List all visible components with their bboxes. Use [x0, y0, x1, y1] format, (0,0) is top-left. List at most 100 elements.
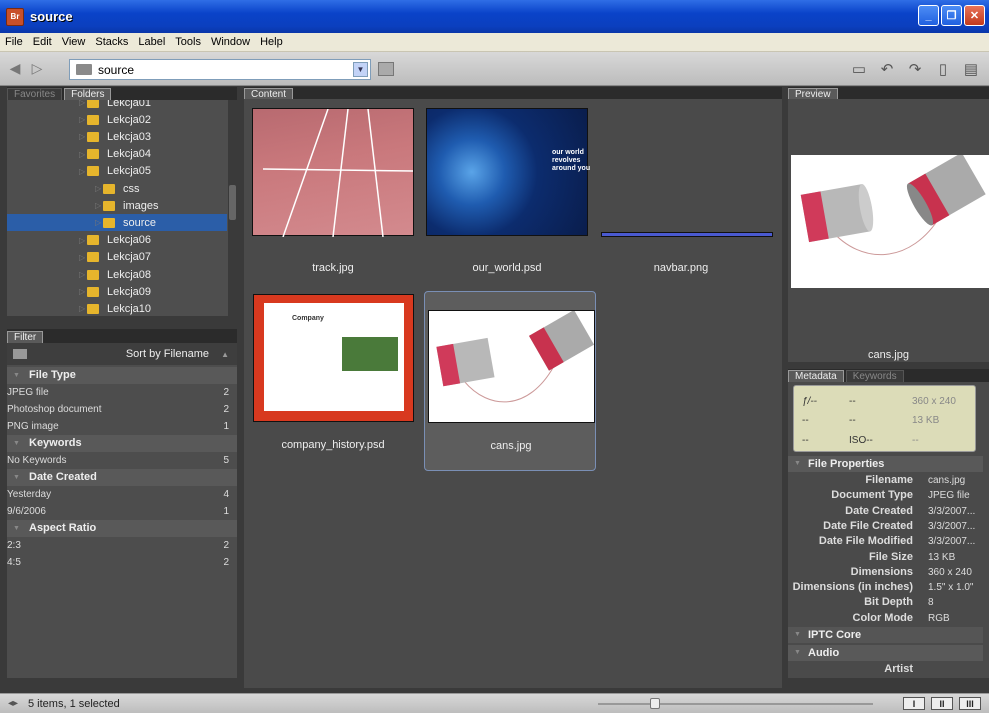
expand-arrow-icon[interactable]: ▷	[79, 236, 87, 245]
menu-item-window[interactable]: Window	[206, 36, 255, 48]
tab-favorites[interactable]: Favorites	[7, 88, 63, 100]
filter-item-label: 4:5	[7, 557, 21, 568]
folder-row[interactable]: ▷ css	[7, 180, 227, 197]
sort-direction-icon[interactable]: ▲	[221, 350, 229, 359]
view-mode-button-2[interactable]: II	[931, 697, 953, 710]
folder-row[interactable]: ▷ Lekcja10	[7, 300, 227, 316]
filter-item[interactable]: PNG image 1	[7, 418, 237, 435]
metadata-value: RGB	[928, 612, 950, 624]
thumbnail-cell[interactable]: track.jpg	[247, 104, 419, 284]
restore-button[interactable]: ❐	[941, 5, 962, 26]
expand-arrow-icon[interactable]: ▷	[79, 270, 87, 279]
folder-row[interactable]: ▷ Lekcja08	[7, 266, 227, 283]
tab-filter[interactable]: Filter	[7, 331, 44, 343]
filter-item[interactable]: Photoshop document 2	[7, 401, 237, 418]
slider-knob[interactable]	[650, 698, 660, 709]
recent-folders-button[interactable]	[378, 62, 394, 76]
expand-arrow-icon[interactable]: ▷	[79, 115, 87, 124]
metadata-key: Document Type	[831, 489, 913, 502]
folder-label: Lekcja04	[107, 148, 152, 161]
thumbnail-cell[interactable]: our world revolves around you our_world.p…	[421, 104, 593, 284]
filter-item[interactable]: 9/6/2006 1	[7, 503, 237, 520]
hscroll[interactable]	[7, 316, 237, 326]
folder-row[interactable]: ▷ Lekcja06	[7, 232, 227, 249]
rotate-left-icon[interactable]: ↶	[879, 60, 895, 78]
thumbnail-cell[interactable]: cans.jpg	[424, 291, 596, 471]
filter-item[interactable]: Yesterday 4	[7, 486, 237, 503]
menu-item-edit[interactable]: Edit	[28, 36, 57, 48]
folder-label: Lekcja05	[107, 165, 152, 178]
audio-header[interactable]: Audio	[788, 645, 983, 661]
menu-item-label[interactable]: Label	[133, 36, 170, 48]
folder-row[interactable]: ▷ Lekcja01	[7, 100, 227, 111]
expand-arrow-icon[interactable]: ▷	[79, 167, 87, 176]
minimize-button[interactable]: _	[918, 5, 939, 26]
filter-item-label: PNG image	[7, 421, 59, 432]
tab-keywords[interactable]: Keywords	[845, 370, 904, 382]
close-button[interactable]: ✕	[964, 5, 985, 26]
filter-item-label: Photoshop document	[7, 404, 102, 415]
folder-row[interactable]: ▷ Lekcja02	[7, 111, 227, 128]
path-dropdown[interactable]: source ▼	[69, 59, 371, 80]
sort-dropdown[interactable]: Sort by Filename	[126, 348, 209, 360]
folder-row[interactable]: ▷ Lekcja04	[7, 146, 227, 163]
thumbnail-overlay-text: our world revolves around you	[552, 149, 591, 172]
scroll-thumb[interactable]	[229, 185, 236, 220]
menu-item-stacks[interactable]: Stacks	[90, 36, 133, 48]
folder-row[interactable]: ▷ Lekcja07	[7, 249, 227, 266]
expand-arrow-icon[interactable]: ▷	[79, 287, 87, 296]
filter-item[interactable]: No Keywords 5	[7, 452, 237, 469]
filter-group-header[interactable]: Date Created	[7, 469, 237, 486]
expand-arrow-icon[interactable]: ▷	[95, 218, 103, 227]
delete-icon[interactable]: ▯	[935, 60, 951, 78]
folder-label: Lekcja06	[107, 234, 152, 247]
filter-item[interactable]: 4:5 2	[7, 554, 237, 571]
filter-item[interactable]: JPEG file 2	[7, 384, 237, 401]
metadata-value: JPEG file	[928, 490, 970, 502]
folder-row[interactable]: ▷ source	[7, 214, 227, 232]
filter-group-header[interactable]: File Type	[7, 367, 237, 384]
folders-scrollbar[interactable]	[228, 100, 237, 316]
menu-item-view[interactable]: View	[57, 36, 91, 48]
filter-item-count: 1	[223, 506, 229, 517]
folder-row[interactable]: ▷ Lekcja03	[7, 128, 227, 145]
menu-item-help[interactable]: Help	[255, 36, 288, 48]
expand-arrow-icon[interactable]: ▷	[79, 304, 87, 313]
metadata-key: Dimensions	[850, 565, 913, 578]
thumbnail-cell[interactable]: Company company_history.psd	[247, 291, 419, 471]
expand-arrow-icon[interactable]: ▷	[79, 253, 87, 262]
forward-arrow-icon[interactable]: ▷	[28, 60, 46, 78]
filter-group-header[interactable]: Aspect Ratio	[7, 520, 237, 537]
panel-toggle-icon[interactable]: ◂▸	[8, 698, 18, 709]
folder-row[interactable]: ▷ Lekcja05	[7, 163, 227, 180]
metadata-row: Artist	[788, 662, 983, 677]
expand-arrow-icon[interactable]: ▷	[79, 150, 87, 159]
filter-menu-icon[interactable]	[13, 349, 27, 359]
expand-arrow-icon[interactable]: ▷	[79, 132, 87, 141]
expand-arrow-icon[interactable]: ▷	[95, 201, 103, 210]
filter-group-header[interactable]: Keywords	[7, 435, 237, 452]
iptc-core-header[interactable]: IPTC Core	[788, 627, 983, 643]
filter-item[interactable]: 2:3 2	[7, 537, 237, 554]
menu-item-file[interactable]: File	[0, 36, 28, 48]
folder-row[interactable]: ▷ Lekcja09	[7, 283, 227, 300]
view-mode-button-1[interactable]: I	[903, 697, 925, 710]
workspace-icon[interactable]: ▤	[963, 60, 979, 78]
file-properties-header[interactable]: File Properties	[788, 456, 983, 472]
view-mode-button-3[interactable]: III	[959, 697, 981, 710]
folder-icon	[76, 64, 92, 75]
tab-folders[interactable]: Folders	[64, 88, 112, 100]
chevron-down-icon[interactable]: ▼	[353, 62, 368, 77]
tab-metadata[interactable]: Metadata	[788, 370, 844, 382]
thumbnail-size-slider[interactable]	[598, 698, 873, 709]
back-arrow-icon[interactable]: ◀	[6, 60, 24, 78]
thumbnail-cell[interactable]: navbar.png	[595, 104, 773, 284]
expand-arrow-icon[interactable]: ▷	[95, 184, 103, 193]
expand-arrow-icon[interactable]: ▷	[79, 100, 87, 107]
new-folder-icon[interactable]: ▭	[851, 60, 867, 78]
folder-label: Lekcja09	[107, 285, 152, 298]
menu-item-tools[interactable]: Tools	[170, 36, 206, 48]
folder-row[interactable]: ▷ images	[7, 197, 227, 214]
rotate-right-icon[interactable]: ↷	[907, 60, 923, 78]
filter-item-count: 2	[223, 540, 229, 551]
